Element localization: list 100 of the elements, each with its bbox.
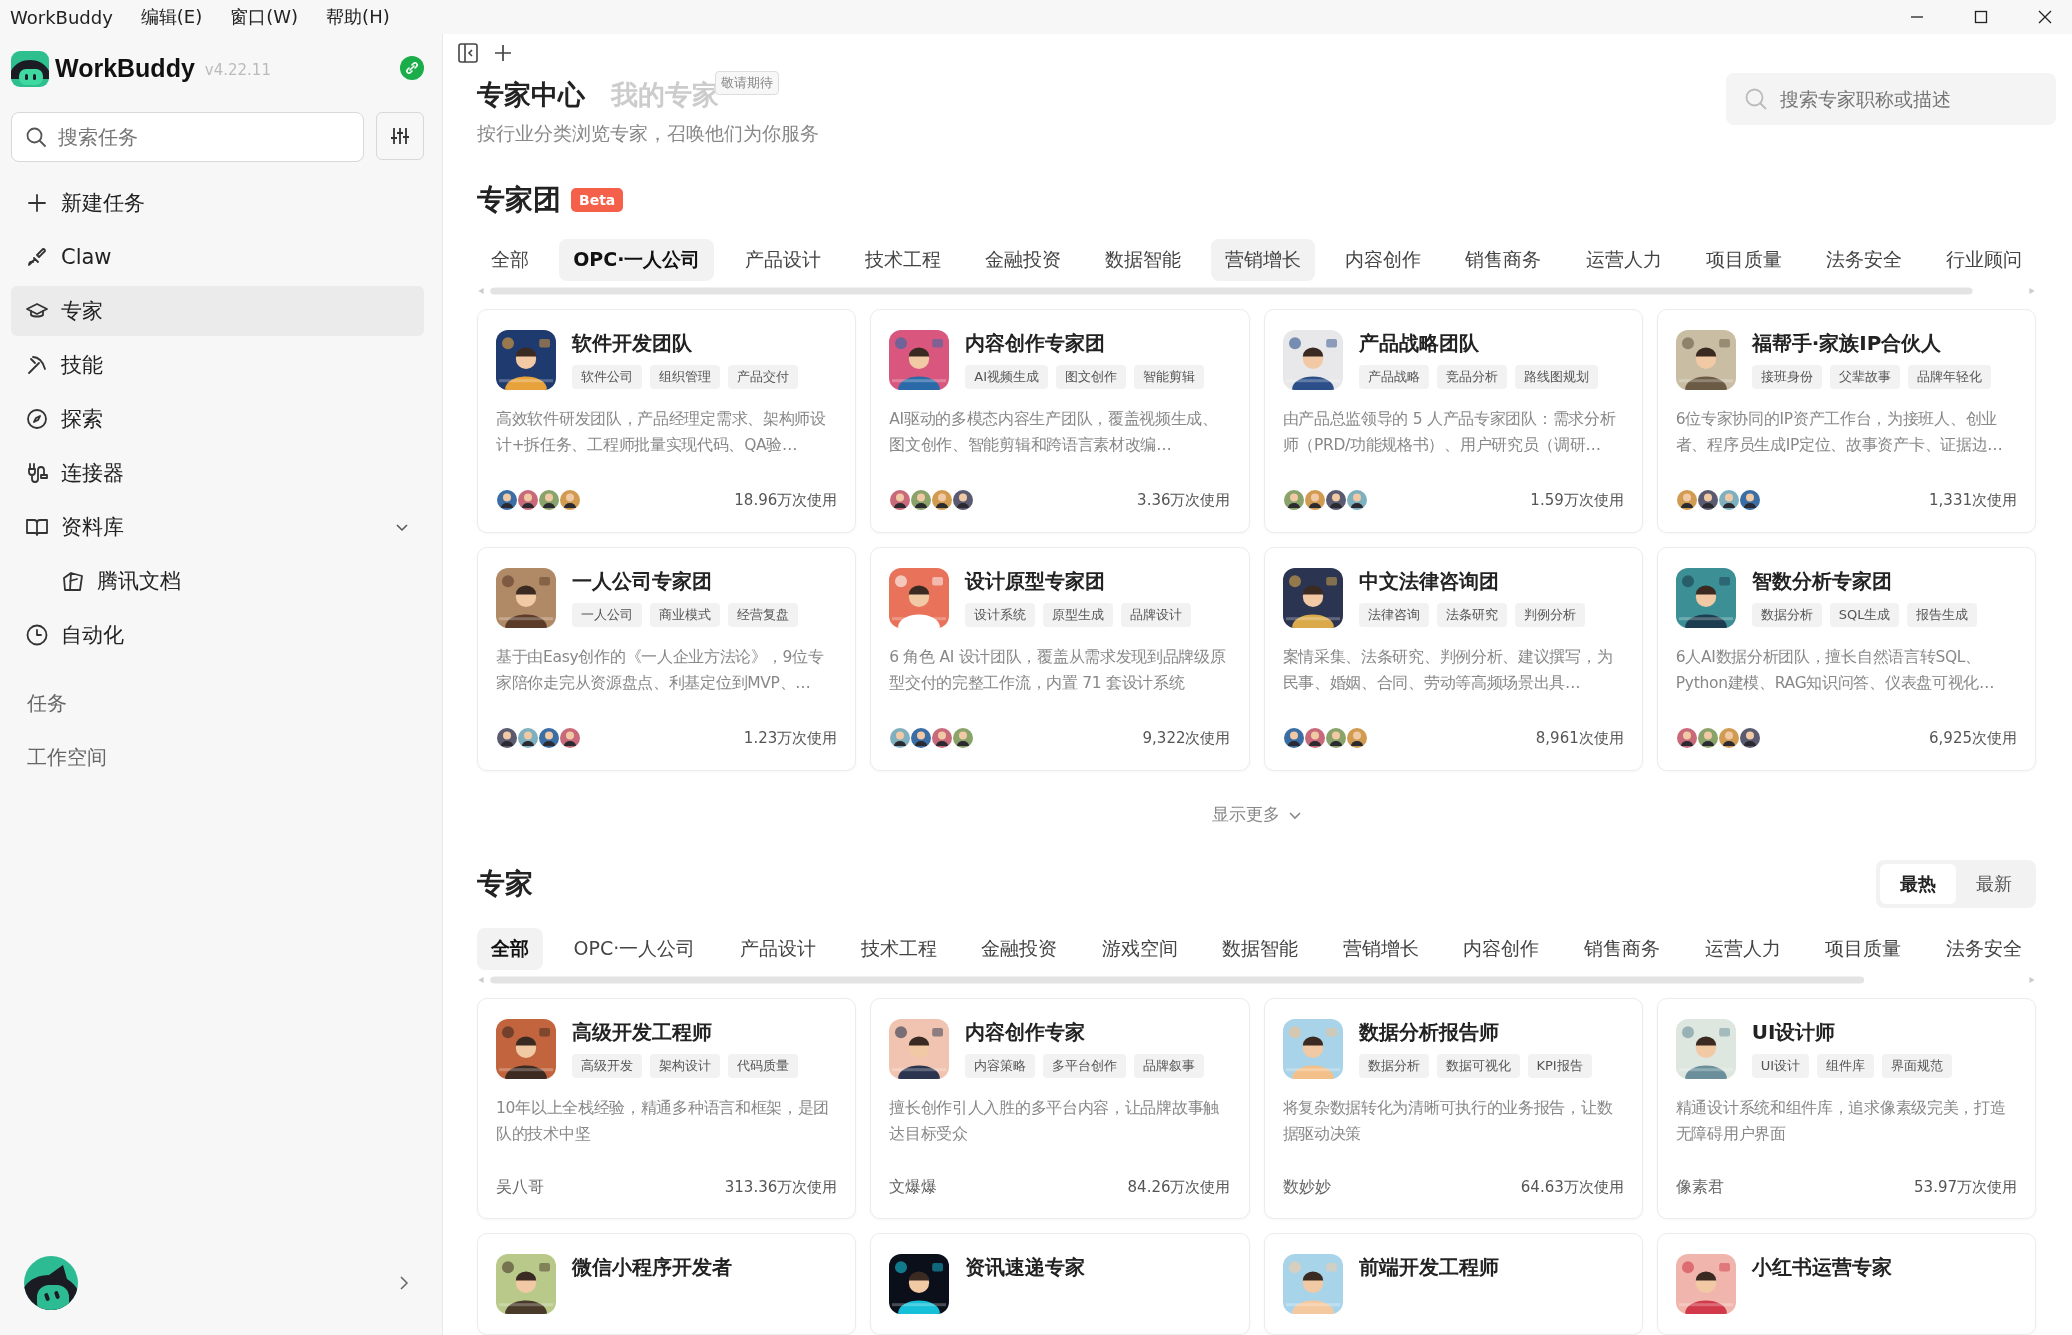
category-tab[interactable]: 产品设计 bbox=[730, 239, 835, 281]
category-tab[interactable]: 数据智能 bbox=[1090, 239, 1195, 281]
card-background[interactable]: 福帮手·家族IP合伙人 接班身份 父辈故事 品牌年轻化 6位专家协同的IP资产工作台，为接班人、创业者、程序员生成IP定位、故事资产卡、证据边… 1,331次使用 bbox=[1656, 309, 2036, 533]
category-tab[interactable]: 运营人力 bbox=[1690, 928, 1795, 970]
sort-option[interactable]: 最新 bbox=[1956, 864, 2032, 904]
close-icon[interactable] bbox=[2038, 10, 2052, 24]
tag: 数据可视化 bbox=[1436, 1054, 1520, 1078]
menu-item[interactable]: 帮助(H) bbox=[326, 5, 390, 29]
category-tab[interactable]: 产品设计 bbox=[725, 928, 830, 970]
tag: 软件公司 bbox=[572, 365, 642, 389]
tag: KPI报告 bbox=[1527, 1054, 1592, 1078]
usage-count: 313.36万次使用 bbox=[724, 1178, 838, 1197]
usage-count: 9,322次使用 bbox=[1142, 728, 1231, 748]
card-title: 内容创作专家团 bbox=[965, 330, 1107, 357]
card-description: 10年以上全栈经验，精通多种语言和框架，是团队的技术中坚 bbox=[496, 1098, 831, 1145]
category-tab[interactable]: 营销增长 bbox=[1211, 239, 1316, 281]
tag: 多平台创作 bbox=[1043, 1054, 1127, 1078]
category-tab[interactable]: 销售商务 bbox=[1570, 928, 1675, 970]
card-title: 中文法律咨询团 bbox=[1358, 568, 1500, 595]
compass-icon bbox=[25, 407, 49, 431]
new-tab-icon[interactable] bbox=[493, 42, 513, 63]
category-tab[interactable]: 游戏空间 bbox=[1087, 928, 1192, 970]
card-background[interactable]: UI设计师 UI设计 组件库 界面规范 精通设计系统和组件库，追求像素级完美，打造无障碍用户界面 像素君 53.97万次使用 bbox=[1656, 998, 2036, 1219]
card-background[interactable]: 智数分析专家团 数据分析 SQL生成 报告生成 6人AI数据分析团队，擅长自然语言转SQL、Python建模、RAG知识问答、仪表盘可视化… 6,925次使用 bbox=[1656, 547, 2036, 771]
card-background[interactable]: 微信小程序开发者 bbox=[477, 1233, 857, 1335]
sidebar-item[interactable]: Claw bbox=[11, 232, 424, 282]
category-tab[interactable]: 金融投资 bbox=[970, 239, 1075, 281]
category-tab[interactable]: 行业顾问 bbox=[1931, 239, 2036, 281]
search-field[interactable]: 搜索任务 bbox=[11, 112, 364, 162]
card-title: 福帮手·家族IP合伙人 bbox=[1751, 330, 1943, 357]
section-title: 专家团 bbox=[477, 182, 561, 218]
scrollbar[interactable] bbox=[477, 974, 2036, 986]
category-tab[interactable]: OPC·一人公司 bbox=[559, 239, 715, 281]
category-tab[interactable]: 营销增长 bbox=[1328, 928, 1433, 970]
section-label[interactable]: 工作空间 bbox=[11, 730, 107, 784]
category-tab[interactable]: 项目质量 bbox=[1691, 239, 1796, 281]
sidebar-item[interactable]: 探索 bbox=[11, 394, 424, 444]
card-background[interactable]: 产品战略团队 产品战略 竞品分析 路线图规划 由产品总监领导的 5 人产品专家团队：需求分析师（PRD/功能规格书）、用户研究员（调研… 1.59万次使用 bbox=[1263, 309, 1643, 533]
link-icon[interactable] bbox=[400, 56, 424, 80]
author-name: 吴八哥 bbox=[496, 1177, 544, 1198]
sidebar-item[interactable]: 新建任务 bbox=[11, 178, 424, 228]
usage-count: 8,961次使用 bbox=[1535, 728, 1624, 748]
category-tab[interactable]: 内容创作 bbox=[1331, 239, 1436, 281]
usage-count: 18.96万次使用 bbox=[734, 490, 838, 510]
page-tab[interactable]: 专家中心 bbox=[477, 77, 585, 113]
sidebar-item[interactable]: 资料库 bbox=[11, 502, 424, 552]
card-background[interactable]: 中文法律咨询团 法律咨询 法条研究 判例分析 案情采集、法条研究、判例分析、建议撰写，为民事、婚姻、合同、劳动等高频场景出具… 8,961次使用 bbox=[1263, 547, 1643, 771]
category-tab[interactable]: 运营人力 bbox=[1571, 239, 1676, 281]
app-menu[interactable]: WorkBuddy bbox=[10, 6, 113, 28]
chevron-right-icon[interactable] bbox=[398, 1275, 410, 1291]
author-name: 数妙妙 bbox=[1282, 1177, 1331, 1198]
sort-option[interactable]: 最热 bbox=[1880, 864, 1956, 904]
section-label[interactable]: 任务 bbox=[11, 676, 67, 730]
page-subtitle: 按行业分类浏览专家，召唤他们为你服务 bbox=[477, 121, 819, 146]
card-background[interactable]: 前端开发工程师 bbox=[1263, 1233, 1643, 1335]
tag: 架构设计 bbox=[650, 1054, 720, 1078]
tag: 组件库 bbox=[1817, 1054, 1875, 1078]
show-more-button[interactable]: 显示更多 bbox=[1211, 803, 1302, 826]
maximize-icon[interactable] bbox=[1974, 10, 1988, 24]
card-background[interactable]: 高级开发工程师 高级开发 架构设计 代码质量 10年以上全栈经验，精通多种语言和框架，是团队的技术中坚 吴八哥 313.36万次使用 bbox=[477, 998, 857, 1219]
category-tab[interactable]: 内容创作 bbox=[1449, 928, 1554, 970]
card-background[interactable]: 一人公司专家团 一人公司 商业模式 经营复盘 基于由Easy创作的《一人企业方法论》，9位专家陪你走完从资源盘点、利基定位到MVP、… 1.23万次使用 bbox=[477, 547, 857, 771]
tag: 组织管理 bbox=[650, 365, 720, 389]
card-background[interactable]: 内容创作专家团 AI视频生成 图文创作 智能剪辑 AI驱动的多模态内容生产团队，覆盖视频生成、图文创作、智能剪辑和跨语言素材改编… 3.36万次使用 bbox=[870, 309, 1250, 533]
card-background[interactable]: 软件开发团队 软件公司 组织管理 产品交付 高效软件研发团队，产品经理定需求、架构师设计+拆任务、工程师批量实现代码、QA验… 18.96万次使用 bbox=[477, 309, 857, 533]
category-tab[interactable]: 法务安全 bbox=[1931, 928, 2036, 970]
card-background[interactable]: 内容创作专家 内容策略 多平台创作 品牌叙事 擅长创作引人入胜的多平台内容，让品牌故事触达目标受众 文爆爆 84.26万次使用 bbox=[870, 998, 1250, 1219]
card-background[interactable]: 小红书运营专家 bbox=[1656, 1233, 2036, 1335]
tag: 数据分析 bbox=[1751, 603, 1822, 627]
menu-item[interactable]: 窗口(W) bbox=[230, 5, 299, 29]
card-description: 将复杂数据转化为清晰可执行的业务报告，让数据驱动决策 bbox=[1282, 1098, 1614, 1145]
sidebar-item[interactable]: 自动化 bbox=[11, 610, 424, 660]
sidebar-item[interactable]: 专家 bbox=[11, 286, 424, 336]
category-tab[interactable]: 法务安全 bbox=[1811, 239, 1916, 281]
card-description: AI驱动的多模态内容生产团队，覆盖视频生成、图文创作、智能剪辑和跨语言素材改编… bbox=[889, 409, 1219, 456]
user-avatar[interactable] bbox=[23, 1255, 79, 1311]
sidebar-item[interactable]: 腾讯文档 bbox=[11, 556, 424, 606]
card-background[interactable]: 设计原型专家团 设计系统 原型生成 品牌设计 6 角色 AI 设计团队，覆盖从需求发现到品牌级原型交付的完整工作流，内置 71 套设计系统 9,322次使用 bbox=[870, 547, 1250, 771]
card-background[interactable]: 资讯速递专家 bbox=[870, 1233, 1250, 1335]
card-title: 微信小程序开发者 bbox=[572, 1254, 732, 1281]
scrollbar[interactable] bbox=[477, 285, 2036, 297]
category-tab[interactable]: 金融投资 bbox=[967, 928, 1072, 970]
filter-button[interactable] bbox=[376, 112, 424, 160]
category-tab[interactable]: 技术工程 bbox=[846, 928, 951, 970]
category-tab[interactable]: 项目质量 bbox=[1811, 928, 1916, 970]
category-tab[interactable]: 技术工程 bbox=[850, 239, 955, 281]
sidebar-item[interactable]: 连接器 bbox=[11, 448, 424, 498]
tag: 品牌设计 bbox=[1121, 603, 1192, 627]
category-tab[interactable]: 数据智能 bbox=[1208, 928, 1313, 970]
search-field[interactable]: 搜索专家职称或描述 bbox=[1726, 73, 2056, 125]
tag: 判例分析 bbox=[1514, 603, 1585, 627]
tag: 界面规范 bbox=[1882, 1054, 1953, 1078]
sidebar-item[interactable]: 技能 bbox=[11, 340, 424, 390]
card-background[interactable]: 数据分析报告师 数据分析 数据可视化 KPI报告 将复杂数据转化为清晰可执行的业务报告，让数据驱动决策 数妙妙 64.63万次使用 bbox=[1263, 998, 1643, 1219]
category-tab[interactable]: 全部 bbox=[477, 928, 543, 970]
category-tab[interactable]: 销售商务 bbox=[1451, 239, 1556, 281]
category-tab[interactable]: 全部 bbox=[477, 239, 543, 281]
sidebar-toggle-icon[interactable] bbox=[457, 41, 479, 64]
category-tab[interactable]: OPC·一人公司 bbox=[559, 928, 710, 970]
menu-item[interactable]: 编辑(E) bbox=[140, 5, 203, 29]
